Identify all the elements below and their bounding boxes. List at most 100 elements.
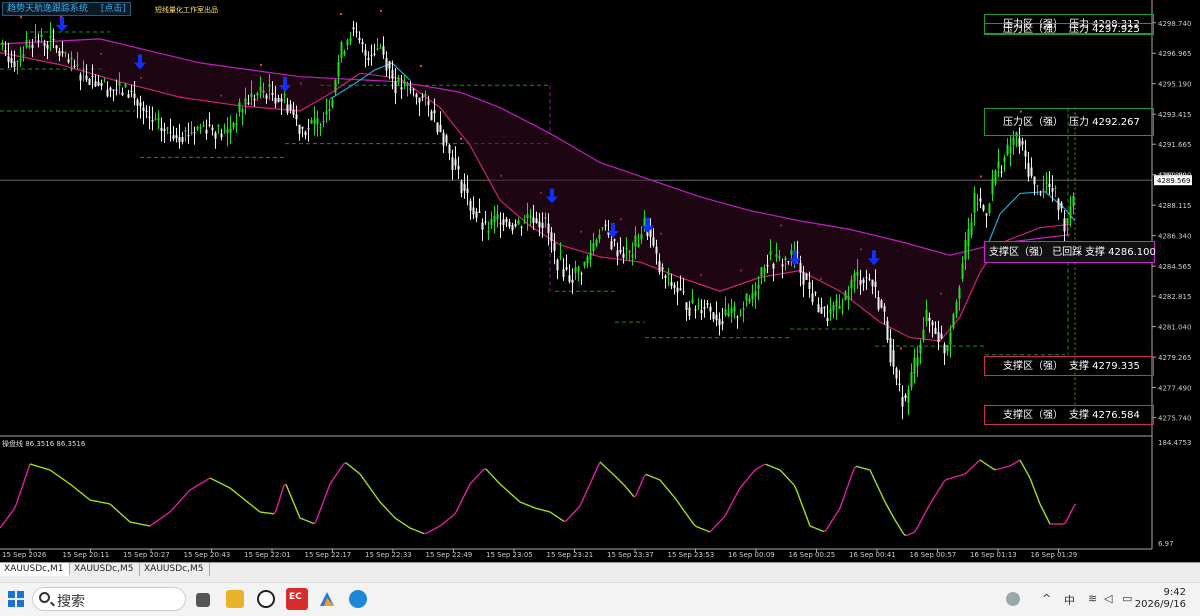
osc-segment <box>220 483 222 484</box>
candle-body <box>521 227 523 228</box>
candle-body <box>455 159 457 165</box>
candle-body <box>287 104 289 112</box>
osc-segment <box>418 531 420 532</box>
chart-area[interactable]: 4298.7404296.9654295.1904293.4154291.665… <box>0 0 1200 562</box>
osc-segment <box>916 526 918 530</box>
chart-tab[interactable]: XAUUSDc,M5 <box>140 563 210 576</box>
candle-body <box>602 227 604 228</box>
metatrader-icon[interactable] <box>318 590 336 608</box>
osc-segment <box>494 478 496 480</box>
candle-body <box>380 48 382 49</box>
osc-segment <box>556 516 558 517</box>
candle <box>812 280 814 305</box>
candle-body <box>245 98 247 104</box>
candle-body <box>848 296 850 299</box>
candle <box>836 294 838 320</box>
candle-body <box>761 267 763 276</box>
osc-segment <box>618 479 620 481</box>
battery-icon[interactable]: ▭ <box>1122 592 1132 605</box>
task-view-icon[interactable] <box>196 593 210 607</box>
system-title-banner[interactable]: 趋势天航逸跟踪系统 [点击] <box>2 2 131 16</box>
file-explorer-icon[interactable] <box>226 590 244 608</box>
ime-indicator[interactable]: 中 <box>1064 592 1075 608</box>
osc-segment <box>428 531 430 532</box>
osc-segment <box>340 466 342 469</box>
candle <box>236 113 238 133</box>
candle-body <box>422 96 424 97</box>
osc-segment <box>348 464 350 466</box>
price-chart[interactable]: 4298.7404296.9654295.1904293.4154291.665… <box>0 0 1200 562</box>
candle-body <box>95 81 97 86</box>
candle-body <box>533 217 535 222</box>
candle <box>731 299 733 323</box>
osc-segment <box>960 475 962 476</box>
edge-browser-icon[interactable] <box>349 590 367 608</box>
chart-tab[interactable]: XAUUSDc,M1 <box>0 563 70 576</box>
candle-body <box>113 89 115 90</box>
osc-segment <box>730 503 732 507</box>
osc-segment <box>768 465 770 466</box>
osc-segment <box>64 480 66 481</box>
windows-start-icon[interactable] <box>8 591 24 607</box>
osc-segment <box>274 511 276 514</box>
candle <box>1046 172 1048 193</box>
candle-body <box>350 38 352 41</box>
osc-segment <box>972 466 974 468</box>
ec-app-icon[interactable]: EC <box>286 588 308 610</box>
candle <box>80 72 82 90</box>
candle-body <box>524 222 526 223</box>
clock[interactable]: 9:42 2026/9/16 <box>1135 587 1186 611</box>
candle <box>1022 138 1024 151</box>
weather-icon[interactable] <box>1006 592 1020 606</box>
chatgpt-icon[interactable] <box>257 590 275 608</box>
candle-body <box>968 229 970 246</box>
osc-segment <box>182 497 184 499</box>
osc-segment <box>522 503 524 504</box>
candle-body <box>26 40 28 47</box>
wifi-icon[interactable]: ≋ <box>1088 592 1097 605</box>
tray-chevron-icon[interactable]: ^ <box>1042 592 1051 605</box>
candle-body <box>302 127 304 129</box>
osc-segment <box>630 492 632 494</box>
osc-segment <box>324 495 326 500</box>
chart-tab[interactable]: XAUUSDc,M5 <box>70 563 140 576</box>
candle-body <box>116 90 118 91</box>
osc-segment <box>190 489 192 490</box>
osc-segment <box>896 522 898 525</box>
candle <box>737 315 739 328</box>
candle <box>458 157 460 179</box>
osc-segment <box>1000 468 1002 469</box>
candle-body <box>506 219 508 222</box>
osc-segment <box>986 464 988 465</box>
candle <box>182 132 184 145</box>
candle <box>665 274 667 288</box>
osc-segment <box>938 488 940 491</box>
osc-segment <box>446 520 448 522</box>
click-hint[interactable]: [点击] <box>101 4 126 14</box>
candle-body <box>746 293 748 300</box>
osc-segment <box>180 499 182 501</box>
bid-price-label: 4289.890 <box>1158 172 1187 179</box>
osc-segment <box>188 490 190 492</box>
candle <box>563 258 565 281</box>
osc-segment <box>690 519 692 522</box>
candle-body <box>260 87 262 92</box>
zone-type-label: 支撑区（强） <box>1003 406 1063 426</box>
candle-body <box>476 212 478 218</box>
osc-segment <box>846 486 848 492</box>
osc-segment <box>888 507 890 511</box>
osc-segment <box>704 530 706 531</box>
osc-segment <box>154 522 156 523</box>
osc-segment <box>152 523 154 524</box>
candle-body <box>248 103 250 104</box>
candle-body <box>770 251 772 255</box>
osc-segment <box>40 467 42 468</box>
taskbar-search[interactable]: 搜索 <box>32 587 186 611</box>
osc-segment <box>842 497 844 503</box>
candle-body <box>980 198 982 201</box>
volume-icon[interactable]: ◁ <box>1104 592 1112 605</box>
candle-body <box>227 129 229 133</box>
x-tick-label: 16 Sep 00:57 <box>910 551 957 559</box>
osc-segment <box>196 485 198 486</box>
candle <box>179 124 181 149</box>
